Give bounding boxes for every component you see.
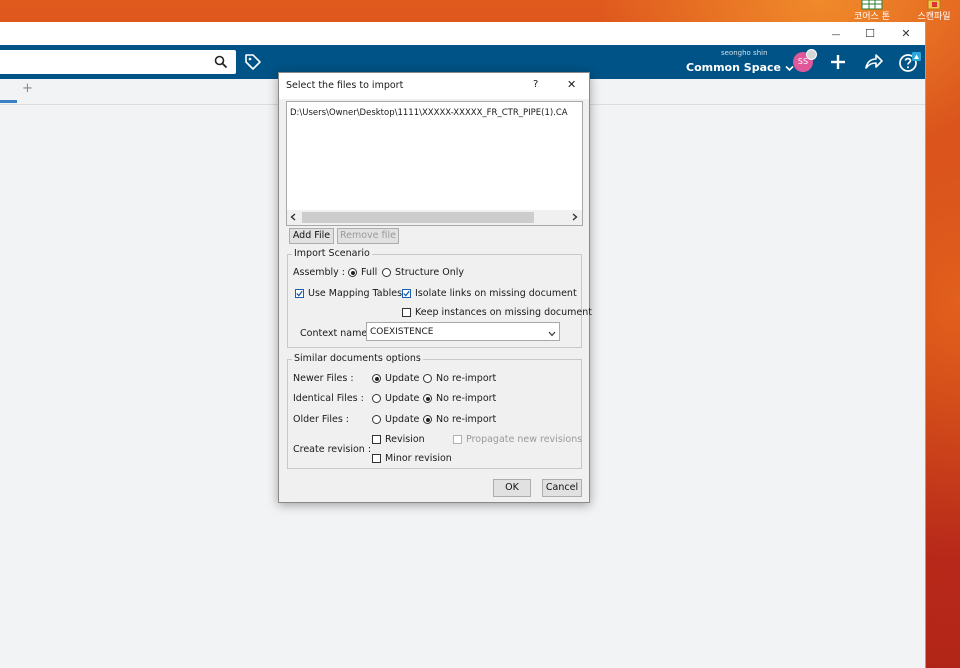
import-scenario-group: Import Scenario Assembly : Full Structur… bbox=[287, 248, 592, 348]
older-no-reimport-radio[interactable] bbox=[423, 415, 432, 424]
keep-instances-checkbox[interactable] bbox=[402, 308, 411, 317]
identical-no-reimport-radio[interactable] bbox=[423, 394, 432, 403]
newer-no-reimport-radio[interactable] bbox=[423, 374, 432, 383]
desktop-icon-label: 스캔파일 bbox=[917, 12, 951, 22]
assembly-label: Assembly : bbox=[293, 267, 346, 278]
newer-no-reimport-label[interactable]: No re-import bbox=[436, 373, 496, 384]
help-icon[interactable] bbox=[898, 52, 922, 75]
search-icon[interactable] bbox=[214, 55, 228, 72]
identical-files-label: Identical Files : bbox=[293, 393, 364, 404]
add-icon[interactable] bbox=[829, 53, 847, 74]
desktop-icon-label: 코어스 톤 bbox=[854, 12, 890, 22]
add-tab-icon[interactable]: + bbox=[22, 81, 33, 96]
cancel-label: Cancel bbox=[545, 482, 579, 493]
revision-checkbox[interactable] bbox=[372, 435, 381, 444]
tag-icon[interactable] bbox=[244, 53, 262, 74]
identical-update-radio[interactable] bbox=[372, 394, 381, 403]
dialog-title: Select the files to import bbox=[286, 80, 404, 91]
minor-revision-checkbox[interactable] bbox=[372, 454, 381, 463]
minor-revision-label[interactable]: Minor revision bbox=[385, 453, 452, 464]
assembly-full-label[interactable]: Full bbox=[361, 267, 377, 278]
avatar[interactable]: SS bbox=[793, 49, 817, 72]
maximize-button[interactable]: ☐ bbox=[853, 22, 887, 45]
minimize-icon: — bbox=[831, 30, 841, 40]
ok-button[interactable]: OK bbox=[493, 479, 531, 497]
newer-files-label: Newer Files : bbox=[293, 373, 354, 384]
similar-documents-group: Similar documents options Newer Files : … bbox=[287, 353, 582, 469]
propagate-revisions-label[interactable]: Propagate new revisions bbox=[466, 434, 582, 445]
add-file-label: Add File bbox=[292, 230, 331, 241]
space-label: Common Space bbox=[686, 61, 781, 74]
older-update-label[interactable]: Update bbox=[385, 414, 419, 425]
import-dialog: Select the files to import ? ✕ D:\Users\… bbox=[278, 72, 592, 503]
create-revision-label: Create revision : bbox=[293, 444, 372, 455]
remove-file-button[interactable]: Remove file bbox=[337, 228, 399, 244]
horizontal-scrollbar[interactable] bbox=[287, 210, 582, 225]
desktop-icon-spreadsheet[interactable]: 코어스 톤 bbox=[846, 0, 898, 22]
structure-only-label[interactable]: Structure Only bbox=[395, 267, 464, 278]
active-tab[interactable] bbox=[0, 100, 17, 103]
file-list-item[interactable]: D:\Users\Owner\Desktop\1111\XXXXX-XXXXX_… bbox=[290, 108, 568, 118]
search-input[interactable] bbox=[0, 50, 236, 74]
scroll-left-icon[interactable] bbox=[290, 213, 296, 224]
ok-label: OK bbox=[505, 482, 519, 493]
add-file-button[interactable]: Add File bbox=[289, 228, 334, 244]
remove-file-label: Remove file bbox=[339, 230, 397, 241]
close-dialog-button[interactable]: ✕ bbox=[567, 78, 576, 91]
older-files-label: Older Files : bbox=[293, 414, 349, 425]
older-no-reimport-label[interactable]: No re-import bbox=[436, 414, 496, 425]
revision-label[interactable]: Revision bbox=[385, 434, 425, 445]
use-mapping-tables-checkbox[interactable] bbox=[295, 289, 304, 298]
help-button[interactable]: ? bbox=[533, 79, 538, 90]
avatar-badge-icon bbox=[806, 49, 817, 60]
keep-instances-label[interactable]: Keep instances on missing document bbox=[415, 307, 592, 318]
newer-update-label[interactable]: Update bbox=[385, 373, 419, 384]
space-selector[interactable]: Common Space bbox=[686, 61, 794, 75]
close-window-button[interactable]: ✕ bbox=[889, 22, 923, 45]
cancel-button[interactable]: Cancel bbox=[542, 479, 582, 497]
file-list[interactable]: D:\Users\Owner\Desktop\1111\XXXXX-XXXXX_… bbox=[286, 101, 583, 226]
maximize-icon: ☐ bbox=[865, 27, 875, 40]
minimize-button[interactable]: — bbox=[819, 22, 853, 45]
desktop-icon-folder[interactable]: 스캔파일 bbox=[908, 0, 960, 22]
context-name-value: COEXISTENCE bbox=[370, 327, 434, 337]
close-icon: ✕ bbox=[901, 27, 911, 40]
context-name-select[interactable]: COEXISTENCE bbox=[366, 322, 560, 341]
older-update-radio[interactable] bbox=[372, 415, 381, 424]
propagate-revisions-checkbox[interactable] bbox=[453, 435, 462, 444]
use-mapping-tables-label[interactable]: Use Mapping Tables bbox=[308, 288, 402, 299]
isolate-links-checkbox[interactable] bbox=[402, 289, 411, 298]
scroll-right-icon[interactable] bbox=[572, 213, 578, 224]
context-name-label: Context name bbox=[300, 328, 368, 339]
import-scenario-title: Import Scenario bbox=[292, 248, 372, 259]
identical-no-reimport-label[interactable]: No re-import bbox=[436, 393, 496, 404]
identical-update-label[interactable]: Update bbox=[385, 393, 419, 404]
dialog-titlebar: Select the files to import ? ✕ bbox=[279, 73, 589, 99]
avatar-initials: SS bbox=[797, 57, 809, 66]
scrollbar-thumb[interactable] bbox=[302, 212, 534, 223]
assembly-structure-only-radio[interactable] bbox=[382, 268, 391, 277]
user-name: seongho shin bbox=[721, 49, 768, 57]
window-titlebar: — ☐ ✕ bbox=[0, 22, 925, 45]
similar-documents-title: Similar documents options bbox=[292, 353, 423, 364]
assembly-full-radio[interactable] bbox=[348, 268, 357, 277]
newer-update-radio[interactable] bbox=[372, 374, 381, 383]
share-icon[interactable] bbox=[863, 53, 883, 74]
chevron-down-icon bbox=[548, 329, 556, 340]
isolate-links-label[interactable]: Isolate links on missing document bbox=[415, 288, 577, 299]
